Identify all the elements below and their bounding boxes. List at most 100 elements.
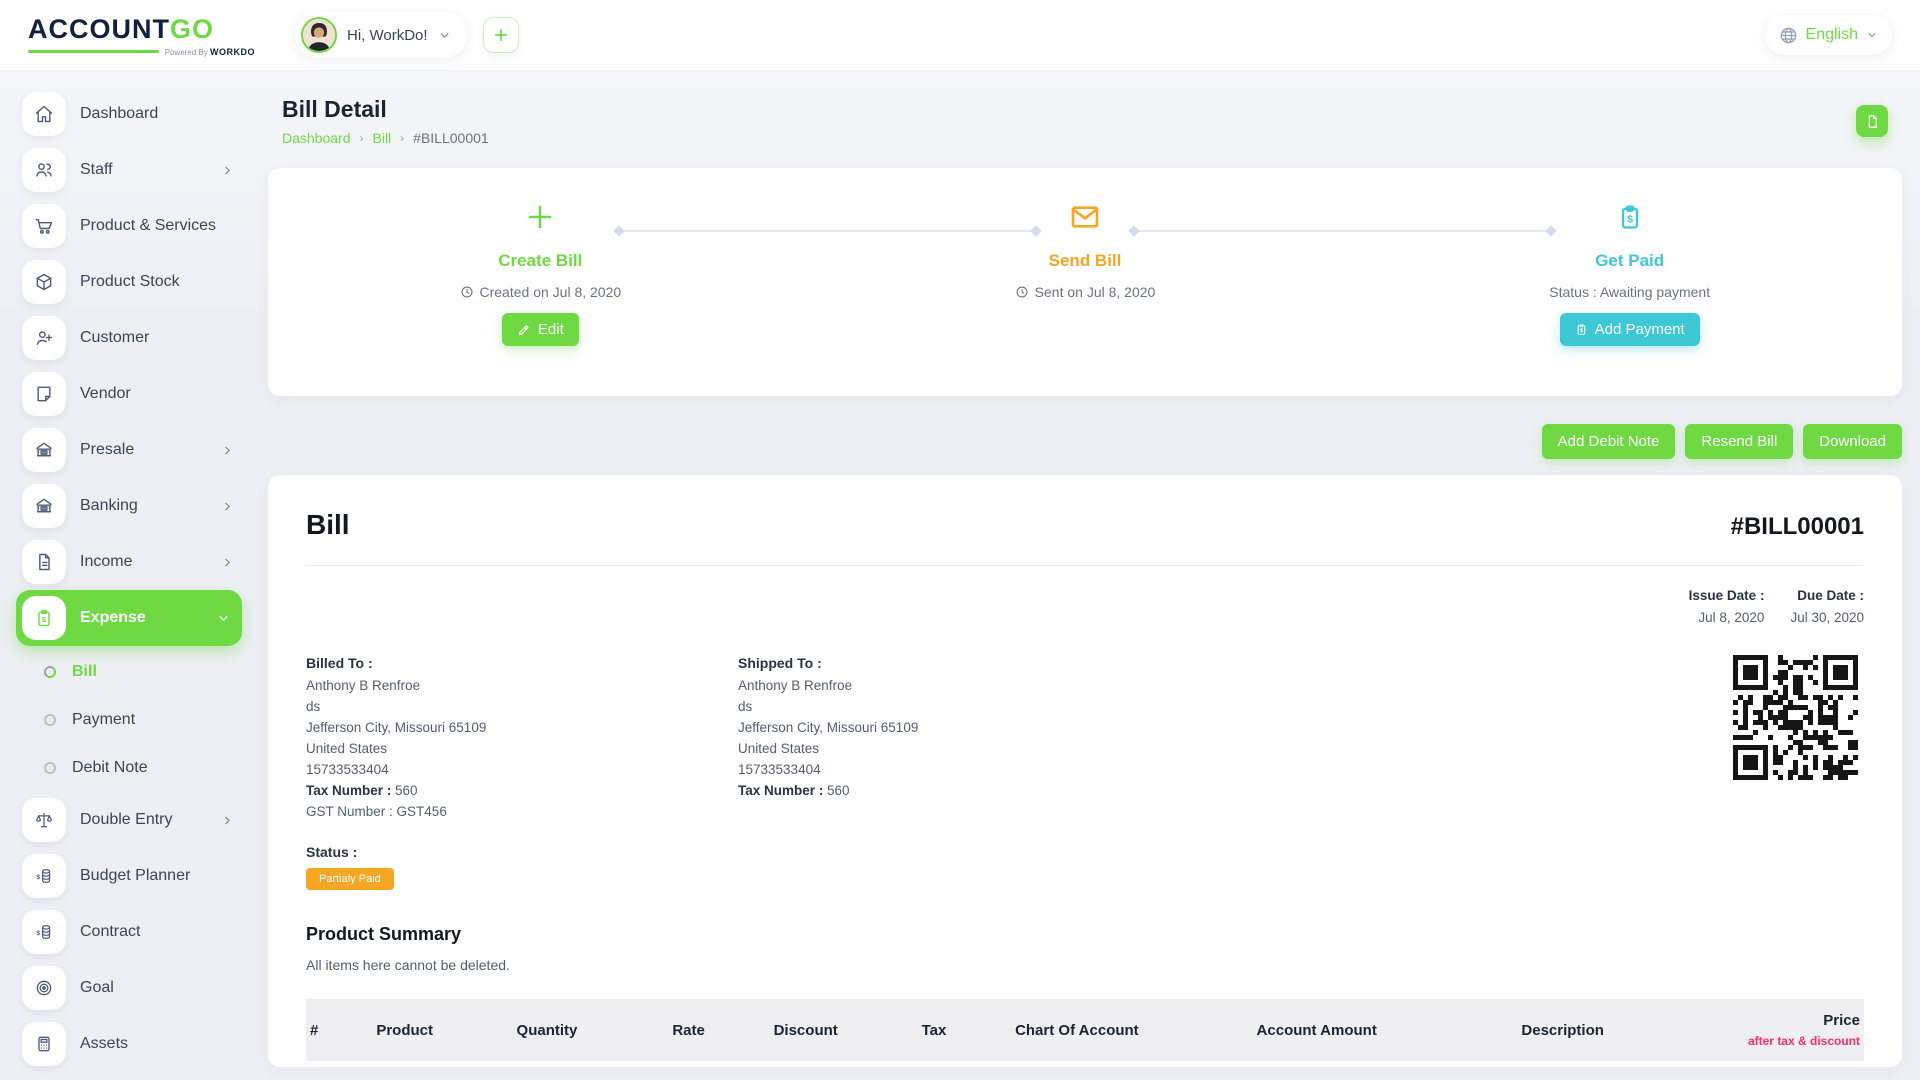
- bill-number: #BILL00001: [1731, 513, 1864, 541]
- sidebar-subitem-bill[interactable]: Bill: [16, 648, 242, 696]
- document-icon: [22, 540, 66, 584]
- sidebar-item-income[interactable]: Income: [16, 534, 242, 590]
- user-menu[interactable]: Hi, WorkDo!: [295, 12, 467, 58]
- box-icon: [22, 260, 66, 304]
- scale-icon: [22, 798, 66, 842]
- bullet-icon: [44, 666, 56, 678]
- sidebar-item-vendor[interactable]: Vendor: [16, 366, 242, 422]
- status-badge: Partialy Paid: [306, 868, 394, 890]
- sidebar-item-banking[interactable]: Banking: [16, 478, 242, 534]
- bank-icon: [22, 484, 66, 528]
- status-label: Status :: [306, 844, 1864, 860]
- sidebar-item-contract[interactable]: $ Contract: [16, 904, 242, 960]
- svg-text:$: $: [36, 874, 40, 881]
- sidebar-subitem-debit-note[interactable]: Debit Note: [16, 744, 242, 792]
- pencil-icon: [517, 323, 531, 337]
- money-stack-icon: $: [22, 910, 66, 954]
- breadcrumb-bill[interactable]: Bill: [373, 130, 392, 146]
- step-meta: Created on Jul 8, 2020: [460, 284, 622, 300]
- plus-icon: [525, 202, 555, 232]
- money-stack-icon: $: [22, 854, 66, 898]
- chevron-right-icon: [221, 164, 234, 177]
- bullet-icon: [44, 762, 56, 774]
- avatar: [301, 17, 337, 53]
- sidebar-item-double-entry[interactable]: Double Entry: [16, 792, 242, 848]
- expense-clipboard-icon: $: [22, 596, 66, 640]
- file-icon: [1865, 114, 1880, 129]
- sidebar-item-product-stock[interactable]: Product Stock: [16, 254, 242, 310]
- sidebar-item-assets[interactable]: Assets: [16, 1016, 242, 1072]
- status-block: Status : Partialy Paid: [306, 844, 1864, 890]
- globe-icon: [1779, 26, 1798, 45]
- due-date-label: Due Date :: [1790, 588, 1864, 603]
- language-selector[interactable]: English: [1765, 15, 1892, 55]
- breadcrumb-separator: ›: [360, 131, 364, 145]
- step-meta: Sent on Jul 8, 2020: [1015, 284, 1156, 300]
- add-debit-note-button[interactable]: Add Debit Note: [1542, 424, 1676, 459]
- breadcrumb-current: #BILL00001: [413, 130, 489, 146]
- issue-date-label: Issue Date :: [1689, 588, 1765, 603]
- add-payment-button[interactable]: Add Payment: [1560, 313, 1700, 346]
- bullet-icon: [44, 714, 56, 726]
- sidebar: Dashboard Staff Product & Services Produ…: [0, 70, 256, 1080]
- sidebar-item-goal[interactable]: Goal: [16, 960, 242, 1016]
- step-title: Send Bill: [1049, 251, 1122, 271]
- home-icon: [22, 92, 66, 136]
- language-label: English: [1806, 26, 1858, 44]
- edit-bill-button[interactable]: Edit: [502, 313, 579, 346]
- invoice-icon: $: [1616, 203, 1644, 231]
- step-send-bill: Send Bill Sent on Jul 8, 2020: [813, 168, 1358, 396]
- breadcrumb-separator: ›: [400, 131, 404, 145]
- breadcrumb: Dashboard › Bill › #BILL00001: [282, 130, 489, 146]
- user-plus-icon: [22, 316, 66, 360]
- add-button[interactable]: [483, 17, 519, 53]
- sidebar-item-presale[interactable]: Presale: [16, 422, 242, 478]
- clock-icon: [1015, 285, 1029, 299]
- chevron-down-icon: [438, 29, 451, 42]
- plus-icon: [492, 26, 510, 44]
- shipped-to-block: Shipped To : Anthony B Renfroe ds Jeffer…: [738, 655, 1170, 818]
- chevron-right-icon: [221, 500, 234, 513]
- due-date-value: Jul 30, 2020: [1790, 610, 1864, 625]
- sidebar-subitem-payment[interactable]: Payment: [16, 696, 242, 744]
- sidebar-item-expense[interactable]: $ Expense: [16, 590, 242, 646]
- step-title: Get Paid: [1595, 251, 1664, 271]
- users-icon: [22, 148, 66, 192]
- clock-icon: [460, 285, 474, 299]
- invoice-preview-button[interactable]: [1856, 105, 1888, 137]
- bill-dates: Issue Date : Jul 8, 2020 Due Date : Jul …: [306, 588, 1864, 625]
- download-button[interactable]: Download: [1803, 424, 1902, 459]
- step-create-bill: Create Bill Created on Jul 8, 2020 Edit: [268, 168, 813, 396]
- product-table: # Product Quantity Rate Discount Tax Cha…: [306, 999, 1864, 1067]
- sidebar-item-customer[interactable]: Customer: [16, 310, 242, 366]
- calculator-icon: [22, 1022, 66, 1066]
- sidebar-item-staff[interactable]: Staff: [16, 142, 242, 198]
- bill-detail-card: Bill #BILL00001 Issue Date : Jul 8, 2020…: [268, 475, 1902, 1067]
- step-get-paid: $ Get Paid Status : Awaiting payment Add…: [1357, 168, 1902, 396]
- resend-bill-button[interactable]: Resend Bill: [1685, 424, 1793, 459]
- price-subnote: after tax & discount: [1732, 1034, 1860, 1048]
- chevron-right-icon: [221, 444, 234, 457]
- step-title: Create Bill: [498, 251, 582, 271]
- bill-actions: Add Debit Note Resend Bill Download: [268, 424, 1902, 459]
- invoice-icon: [1575, 323, 1588, 336]
- breadcrumb-dashboard[interactable]: Dashboard: [282, 130, 351, 146]
- logo-tagline: Powered By WORKDO: [165, 47, 255, 57]
- logo-text: ACCOUNTGO: [28, 14, 255, 45]
- svg-text:$: $: [36, 930, 40, 937]
- sidebar-item-product-services[interactable]: Product & Services: [16, 198, 242, 254]
- issue-date-value: Jul 8, 2020: [1689, 610, 1765, 625]
- logo-underline: [28, 50, 159, 53]
- bill-heading: Bill: [306, 509, 350, 541]
- product-summary-note: All items here cannot be deleted.: [306, 957, 1864, 973]
- table-row: 1 - - - - - - 0.00$ - 0.00$: [306, 1061, 1864, 1067]
- chevron-down-icon: [217, 612, 230, 625]
- step-meta: Status : Awaiting payment: [1549, 284, 1710, 300]
- product-summary-title: Product Summary: [306, 924, 1864, 945]
- chevron-right-icon: [221, 556, 234, 569]
- main-content: Bill Detail Dashboard › Bill › #BILL0000…: [256, 70, 1920, 1080]
- table-header-row: # Product Quantity Rate Discount Tax Cha…: [306, 999, 1864, 1061]
- sidebar-item-budget-planner[interactable]: $ Budget Planner: [16, 848, 242, 904]
- sidebar-item-dashboard[interactable]: Dashboard: [16, 86, 242, 142]
- page-title: Bill Detail: [282, 96, 489, 123]
